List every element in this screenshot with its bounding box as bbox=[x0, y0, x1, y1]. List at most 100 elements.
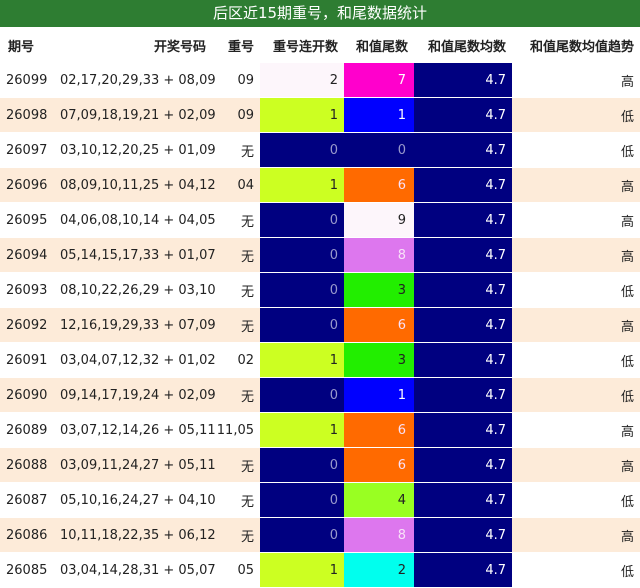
cell-repeat: 04 bbox=[212, 167, 260, 203]
cell-avg: 4.7 bbox=[414, 63, 512, 98]
cell-consec: 0 bbox=[260, 237, 344, 273]
cell-period: 26096 bbox=[0, 167, 56, 203]
cell-repeat: 无 bbox=[212, 307, 260, 343]
cell-period: 26097 bbox=[0, 132, 56, 168]
table-row: 26096 08,09,10,11,25 + 04,12 04 1 6 4.7 高 bbox=[0, 167, 640, 203]
cell-repeat: 无 bbox=[212, 377, 260, 413]
cell-tail: 9 bbox=[344, 202, 414, 238]
cell-repeat: 11,05 bbox=[212, 412, 260, 448]
cell-trend: 高 bbox=[512, 447, 640, 483]
cell-tail: 2 bbox=[344, 552, 414, 588]
cell-repeat: 无 bbox=[212, 517, 260, 553]
cell-avg: 4.7 bbox=[414, 202, 512, 238]
header-consec: 重号连开数 bbox=[260, 27, 344, 63]
cell-avg: 4.7 bbox=[414, 307, 512, 343]
table-row: 26093 08,10,22,26,29 + 03,10 无 0 3 4.7 低 bbox=[0, 272, 640, 308]
cell-period: 26093 bbox=[0, 272, 56, 308]
table-row: 26098 07,09,18,19,21 + 02,09 09 1 1 4.7 低 bbox=[0, 97, 640, 133]
cell-repeat: 05 bbox=[212, 552, 260, 588]
cell-consec: 0 bbox=[260, 272, 344, 308]
table-row: 26094 05,14,15,17,33 + 01,07 无 0 8 4.7 高 bbox=[0, 237, 640, 273]
cell-tail: 8 bbox=[344, 237, 414, 273]
cell-consec: 0 bbox=[260, 377, 344, 413]
cell-numbers: 05,14,15,17,33 + 01,07 bbox=[56, 237, 216, 273]
cell-avg: 4.7 bbox=[414, 272, 512, 308]
cell-tail: 6 bbox=[344, 167, 414, 203]
cell-numbers: 03,04,14,28,31 + 05,07 bbox=[56, 552, 216, 588]
cell-tail: 3 bbox=[344, 342, 414, 378]
cell-consec: 0 bbox=[260, 517, 344, 553]
cell-period: 26085 bbox=[0, 552, 56, 588]
cell-trend: 高 bbox=[512, 517, 640, 553]
table-row: 26092 12,16,19,29,33 + 07,09 无 0 6 4.7 高 bbox=[0, 307, 640, 343]
header-period: 期号 bbox=[0, 27, 56, 63]
cell-numbers: 08,10,22,26,29 + 03,10 bbox=[56, 272, 216, 308]
cell-period: 26098 bbox=[0, 97, 56, 133]
table-row: 26087 05,10,16,24,27 + 04,10 无 0 4 4.7 低 bbox=[0, 482, 640, 518]
cell-trend: 低 bbox=[512, 97, 640, 133]
cell-consec: 0 bbox=[260, 202, 344, 238]
cell-numbers: 03,04,07,12,32 + 01,02 bbox=[56, 342, 216, 378]
stats-panel: 后区近15期重号，和尾数据统计 期号 开奖号码 重号 重号连开数 和值尾数 和值… bbox=[0, 0, 640, 588]
cell-consec: 0 bbox=[260, 482, 344, 518]
cell-avg: 4.7 bbox=[414, 412, 512, 448]
stats-table: 期号 开奖号码 重号 重号连开数 和值尾数 和值尾数均数 和值尾数均值趋势 26… bbox=[0, 27, 640, 588]
cell-avg: 4.7 bbox=[414, 482, 512, 518]
cell-tail: 1 bbox=[344, 377, 414, 413]
cell-trend: 高 bbox=[512, 63, 640, 98]
cell-tail: 3 bbox=[344, 272, 414, 308]
cell-period: 26089 bbox=[0, 412, 56, 448]
cell-period: 26094 bbox=[0, 237, 56, 273]
cell-repeat: 无 bbox=[212, 272, 260, 308]
cell-tail: 6 bbox=[344, 307, 414, 343]
cell-avg: 4.7 bbox=[414, 552, 512, 588]
cell-trend: 低 bbox=[512, 482, 640, 518]
cell-numbers: 09,14,17,19,24 + 02,09 bbox=[56, 377, 216, 413]
cell-consec: 2 bbox=[260, 63, 344, 98]
cell-repeat: 09 bbox=[212, 97, 260, 133]
table-row: 26090 09,14,17,19,24 + 02,09 无 0 1 4.7 低 bbox=[0, 377, 640, 413]
cell-numbers: 08,09,10,11,25 + 04,12 bbox=[56, 167, 216, 203]
cell-period: 26088 bbox=[0, 447, 56, 483]
cell-repeat: 无 bbox=[212, 237, 260, 273]
cell-repeat: 无 bbox=[212, 132, 260, 168]
cell-tail: 8 bbox=[344, 517, 414, 553]
cell-trend: 高 bbox=[512, 307, 640, 343]
table-row: 26097 03,10,12,20,25 + 01,09 无 0 0 4.7 低 bbox=[0, 132, 640, 168]
cell-period: 26087 bbox=[0, 482, 56, 518]
table-row: 26091 03,04,07,12,32 + 01,02 02 1 3 4.7 低 bbox=[0, 342, 640, 378]
table-row: 26085 03,04,14,28,31 + 05,07 05 1 2 4.7 低 bbox=[0, 552, 640, 588]
cell-period: 26095 bbox=[0, 202, 56, 238]
cell-consec: 1 bbox=[260, 342, 344, 378]
header-avg: 和值尾数均数 bbox=[414, 27, 512, 63]
cell-numbers: 04,06,08,10,14 + 04,05 bbox=[56, 202, 216, 238]
table-row: 26099 02,17,20,29,33 + 08,09 09 2 7 4.7 高 bbox=[0, 63, 640, 98]
cell-period: 26099 bbox=[0, 63, 56, 98]
table-row: 26095 04,06,08,10,14 + 04,05 无 0 9 4.7 高 bbox=[0, 202, 640, 238]
cell-tail: 6 bbox=[344, 412, 414, 448]
panel-title: 后区近15期重号，和尾数据统计 bbox=[0, 0, 640, 27]
table-row: 26086 10,11,18,22,35 + 06,12 无 0 8 4.7 高 bbox=[0, 517, 640, 553]
cell-trend: 高 bbox=[512, 167, 640, 203]
cell-consec: 1 bbox=[260, 552, 344, 588]
cell-avg: 4.7 bbox=[414, 447, 512, 483]
cell-numbers: 12,16,19,29,33 + 07,09 bbox=[56, 307, 216, 343]
cell-repeat: 无 bbox=[212, 482, 260, 518]
cell-period: 26092 bbox=[0, 307, 56, 343]
table-row: 26089 03,07,12,14,26 + 05,11 11,05 1 6 4.7 高 bbox=[0, 412, 640, 448]
cell-numbers: 02,17,20,29,33 + 08,09 bbox=[56, 63, 216, 98]
cell-numbers: 07,09,18,19,21 + 02,09 bbox=[56, 97, 216, 133]
cell-consec: 0 bbox=[260, 132, 344, 168]
header-repeat: 重号 bbox=[212, 27, 260, 63]
cell-trend: 低 bbox=[512, 377, 640, 413]
cell-consec: 0 bbox=[260, 447, 344, 483]
header-numbers: 开奖号码 bbox=[56, 27, 212, 63]
cell-trend: 低 bbox=[512, 552, 640, 588]
cell-avg: 4.7 bbox=[414, 97, 512, 133]
cell-avg: 4.7 bbox=[414, 342, 512, 378]
cell-period: 26090 bbox=[0, 377, 56, 413]
cell-repeat: 无 bbox=[212, 202, 260, 238]
cell-trend: 高 bbox=[512, 237, 640, 273]
cell-tail: 6 bbox=[344, 447, 414, 483]
cell-consec: 0 bbox=[260, 307, 344, 343]
